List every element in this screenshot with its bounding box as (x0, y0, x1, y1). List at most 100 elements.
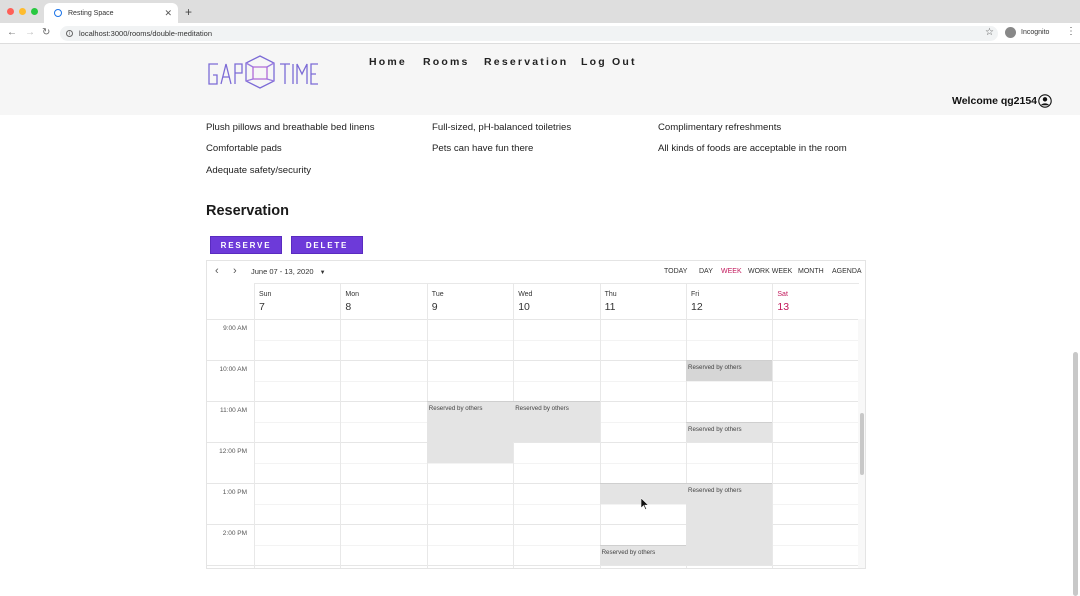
grid-line (599, 319, 601, 568)
day-name: Mon (345, 291, 360, 298)
day-header-fri[interactable]: Fri 12 (686, 283, 773, 319)
tab-close-icon[interactable]: ✕ (164, 8, 172, 19)
incognito-icon (1005, 27, 1016, 38)
incognito-label: Incognito (1021, 29, 1050, 36)
time-label: 12:00 PM (219, 448, 247, 455)
week-calendar: ‹ › June 07 - 13, 2020 ▼ TODAY DAY WEEK … (206, 260, 866, 569)
time-label: 9:00 AM (223, 325, 247, 332)
reserved-event[interactable]: Reserved by others (599, 544, 686, 565)
date-range-label: June 07 - 13, 2020 (251, 267, 314, 276)
day-number: 11 (604, 301, 616, 313)
day-header-thu[interactable]: Thu 11 (599, 283, 686, 319)
view-agenda[interactable]: AGENDA (832, 268, 862, 275)
grid-line (254, 339, 859, 341)
reserved-event[interactable]: Reserved by others (686, 483, 773, 565)
delete-button[interactable]: DELETE (291, 236, 363, 254)
browser-menu-icon[interactable]: ⋮ (1066, 26, 1076, 37)
minimize-window-button[interactable] (19, 8, 26, 15)
day-name: Tue (431, 291, 444, 298)
incognito-indicator[interactable]: Incognito (1005, 27, 1049, 38)
gap-time-logo[interactable] (206, 54, 324, 92)
new-tab-icon[interactable]: + (185, 5, 192, 19)
day-header-mon[interactable]: Mon 8 (340, 283, 427, 319)
grid-line (254, 319, 255, 568)
grid-line (254, 380, 859, 382)
url-text: localhost:3000/rooms/double-meditation (79, 29, 212, 38)
day-number: 10 (518, 301, 530, 313)
maximize-window-button[interactable] (31, 8, 38, 15)
site-header: Home Rooms Reservation Log Out Welcome q… (0, 44, 1080, 115)
calendar-scrollbar-thumb[interactable] (860, 413, 864, 475)
mouse-cursor-icon (641, 498, 649, 510)
day-header-sun[interactable]: Sun 7 (254, 283, 341, 319)
reserved-event[interactable]: Reserved by others (686, 360, 773, 381)
grid-line (340, 319, 342, 568)
welcome-text: Welcome qg2154 (952, 95, 1038, 107)
browser-toolbar: ← → ↻ i localhost:3000/rooms/double-medi… (0, 23, 1080, 44)
day-name: Thu (604, 291, 617, 298)
day-header-wed[interactable]: Wed 10 (513, 283, 600, 319)
time-label: 11:00 AM (220, 407, 247, 414)
back-arrow-icon[interactable]: ← (7, 27, 17, 38)
day-number: 13 (777, 301, 790, 313)
day-name: Sun (259, 291, 272, 298)
date-range-select[interactable]: June 07 - 13, 2020 ▼ (251, 267, 326, 276)
site-info-icon[interactable]: i (66, 30, 73, 37)
time-label: 10:00 AM (219, 366, 247, 373)
day-header-sat[interactable]: Sat 13 (772, 283, 859, 319)
calendar-toolbar: ‹ › June 07 - 13, 2020 ▼ TODAY DAY WEEK … (207, 261, 865, 283)
nav-reservation[interactable]: Reservation (484, 56, 568, 68)
day-number: 8 (345, 301, 352, 313)
react-favicon-icon (54, 9, 62, 17)
view-month[interactable]: MONTH (798, 268, 824, 275)
amenity-item: Comfortable pads (206, 143, 282, 154)
day-name: Wed (518, 291, 533, 298)
amenity-item: Plush pillows and breathable bed linens (206, 122, 375, 133)
amenity-item: Full-sized, pH-balanced toiletries (432, 122, 572, 133)
grid-line (513, 319, 515, 568)
caret-down-icon: ▼ (319, 270, 326, 276)
time-label: 2:00 PM (222, 530, 247, 537)
reserved-event[interactable]: Reserved by others (426, 401, 514, 463)
close-window-button[interactable] (7, 8, 14, 15)
amenity-item: Adequate safety/security (206, 165, 312, 176)
browser-tab[interactable]: Resting Space ✕ (44, 3, 178, 23)
next-week-icon[interactable]: › (233, 265, 237, 277)
nav-log-out[interactable]: Log Out (581, 56, 637, 68)
bookmark-star-icon[interactable]: ☆ (985, 27, 994, 38)
grid-line (254, 462, 859, 464)
time-label: 1:00 PM (222, 489, 247, 496)
amenity-item: All kinds of foods are acceptable in the… (658, 143, 847, 154)
amenity-item: Complimentary refreshments (658, 122, 782, 133)
nav-home[interactable]: Home (369, 56, 407, 68)
browser-tab-bar: Resting Space ✕ + (0, 0, 1080, 23)
reserved-event[interactable]: Reserved by others (513, 401, 600, 442)
day-number: 12 (691, 301, 703, 313)
reload-icon[interactable]: ↻ (42, 27, 50, 38)
grid-line (772, 319, 774, 568)
tab-title: Resting Space (68, 9, 114, 17)
amenity-item: Pets can have fun there (432, 143, 534, 154)
day-number: 7 (259, 301, 265, 313)
prev-week-icon[interactable]: ‹ (215, 265, 219, 277)
day-name: Fri (691, 291, 700, 298)
view-work-week[interactable]: WORK WEEK (748, 268, 792, 275)
day-number: 9 (431, 301, 438, 313)
grid-line (207, 565, 859, 566)
day-header-tue[interactable]: Tue 9 (426, 283, 514, 319)
welcome-user[interactable]: Welcome qg2154 (952, 94, 1052, 108)
reservation-heading: Reservation (206, 203, 290, 219)
view-day[interactable]: DAY (699, 268, 713, 275)
view-today[interactable]: TODAY (664, 268, 687, 275)
address-bar[interactable]: i localhost:3000/rooms/double-meditation… (60, 26, 998, 41)
nav-rooms[interactable]: Rooms (423, 56, 470, 68)
user-avatar-icon[interactable] (1038, 94, 1052, 108)
reserve-button[interactable]: RESERVE (210, 236, 282, 254)
page-scrollbar-thumb[interactable] (1073, 352, 1078, 596)
grid-line (207, 319, 859, 320)
reserved-event[interactable]: Reserved by others (686, 421, 773, 442)
day-name: Sat (777, 291, 788, 298)
view-week[interactable]: WEEK (721, 268, 742, 275)
grid-line (207, 442, 859, 443)
forward-arrow-icon[interactable]: → (25, 27, 35, 38)
